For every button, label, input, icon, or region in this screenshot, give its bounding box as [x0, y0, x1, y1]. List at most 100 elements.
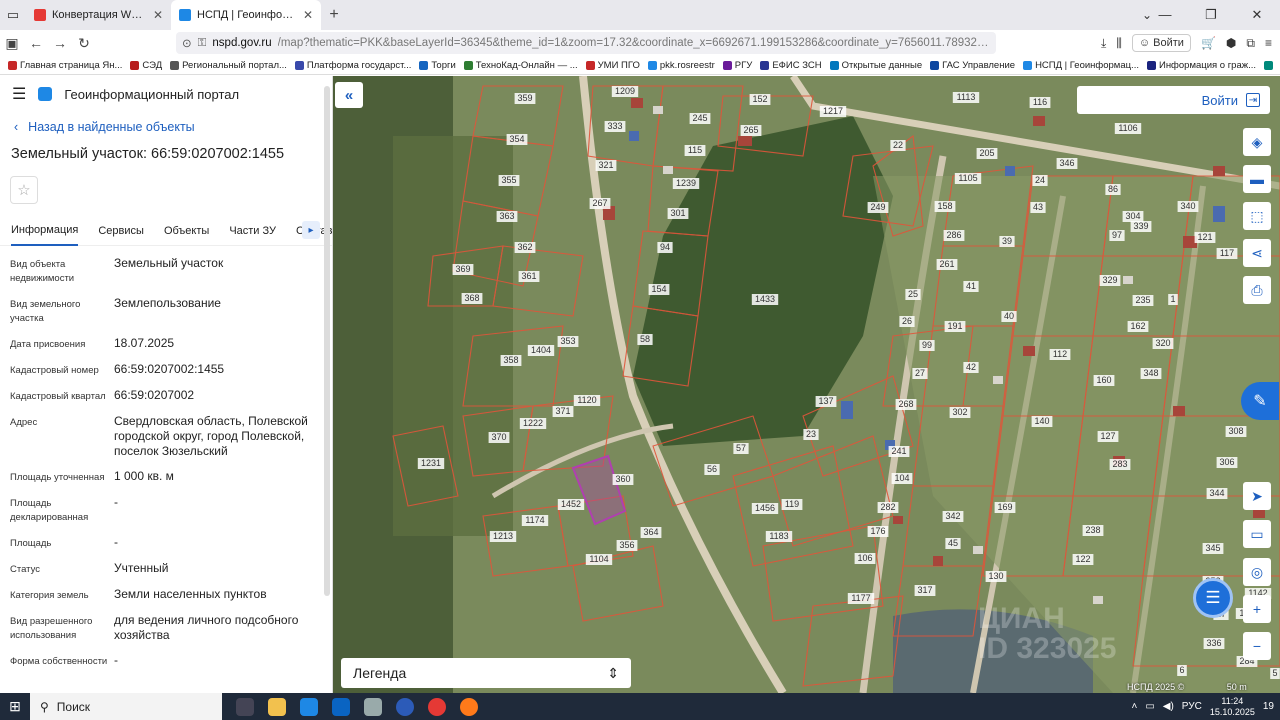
- parcel-label[interactable]: 346: [1059, 158, 1074, 168]
- parcel-label[interactable]: 1217: [823, 106, 843, 116]
- notification-badge[interactable]: 19: [1263, 701, 1274, 712]
- taskbar-search[interactable]: ⚲ Поиск: [30, 693, 222, 720]
- parcel-label[interactable]: 340: [1180, 201, 1195, 211]
- parcel-label[interactable]: 1106: [1118, 123, 1137, 133]
- bookmark-item[interactable]: СЭД: [130, 60, 162, 71]
- extensions-icon[interactable]: ⧉: [1246, 36, 1255, 51]
- bookmark-item[interactable]: Главная страница Ян...: [8, 60, 122, 71]
- parcel-label[interactable]: 160: [1096, 375, 1111, 385]
- parcel-label[interactable]: 306: [1219, 457, 1234, 467]
- bookmark-item[interactable]: Торги: [419, 60, 456, 71]
- parcel-label[interactable]: 1213: [493, 531, 513, 541]
- parcel-label[interactable]: 1239: [676, 178, 696, 188]
- share-icon[interactable]: ⋖: [1243, 239, 1271, 267]
- minimize-icon[interactable]: —: [1142, 0, 1188, 30]
- outlook-icon[interactable]: [332, 697, 350, 716]
- parcel-label[interactable]: 94: [660, 242, 670, 252]
- reload-icon[interactable]: ↻: [72, 35, 96, 52]
- parcel-label[interactable]: 115: [688, 145, 702, 155]
- parcel-label[interactable]: 1113: [957, 92, 976, 102]
- map-view[interactable]: 359 1209 333 115 1239 301 94 154 58 245 265 152 1217…: [333, 76, 1280, 693]
- site-info-icon[interactable]: ⊙: [182, 36, 192, 50]
- parcel-label[interactable]: 364: [643, 527, 658, 537]
- map-login-button[interactable]: Войти ⇥: [1077, 86, 1270, 114]
- bookmark-item[interactable]: Региональный портал...: [170, 60, 287, 71]
- parcel-label[interactable]: 342: [945, 511, 960, 521]
- assistant-badge-icon[interactable]: ✎: [1241, 382, 1279, 420]
- parcel-label[interactable]: 249: [870, 202, 885, 212]
- parcel-label[interactable]: 283: [1112, 459, 1127, 469]
- tab-parts[interactable]: Части ЗУ: [229, 217, 276, 245]
- parcel-label[interactable]: 39: [1002, 236, 1012, 246]
- close-window-icon[interactable]: ✕: [1234, 0, 1280, 30]
- parcel-label[interactable]: 1452: [561, 499, 581, 509]
- favorite-star-icon[interactable]: ☆: [10, 176, 38, 204]
- parcel-label[interactable]: 169: [997, 502, 1012, 512]
- parcel-label[interactable]: 345: [1205, 543, 1220, 553]
- window-menu-icon[interactable]: ▭: [0, 0, 26, 30]
- extension-icon[interactable]: ⬢: [1226, 36, 1236, 50]
- parcel-label[interactable]: 5: [1272, 668, 1277, 678]
- parcel-label[interactable]: 317: [917, 585, 932, 595]
- parcel-label[interactable]: 42: [966, 362, 976, 372]
- parcel-label[interactable]: 162: [1130, 321, 1145, 331]
- parcel-label[interactable]: 1231: [421, 458, 441, 468]
- parcel-label[interactable]: 176: [870, 526, 885, 536]
- parcel-label[interactable]: 238: [1085, 525, 1100, 535]
- parcel-label[interactable]: 119: [785, 499, 799, 509]
- parcel-label[interactable]: 154: [651, 284, 666, 294]
- bookmark-item[interactable]: Информация о граж...: [1146, 60, 1256, 71]
- panel-scrollbar[interactable]: [324, 86, 330, 596]
- parcel-label[interactable]: 43: [1033, 202, 1043, 212]
- file-explorer-icon[interactable]: [268, 697, 286, 716]
- back-icon[interactable]: ←: [24, 35, 48, 51]
- parcel-label[interactable]: 356: [619, 540, 634, 550]
- parcel-label[interactable]: 261: [939, 259, 954, 269]
- parcel-label[interactable]: 329: [1102, 275, 1117, 285]
- parcel-label[interactable]: 1177: [851, 593, 870, 603]
- parcel-label[interactable]: 358: [503, 355, 518, 365]
- parcel-label[interactable]: 1433: [755, 294, 775, 304]
- browser-login-button[interactable]: ☺ Войти: [1131, 34, 1191, 52]
- bookmark-item[interactable]: [1264, 60, 1274, 70]
- parcel-label[interactable]: 360: [615, 474, 630, 484]
- parcel-label[interactable]: 333: [607, 121, 622, 131]
- parcel-label[interactable]: 336: [1206, 638, 1221, 648]
- parcel-label[interactable]: 1105: [958, 173, 977, 183]
- parcel-label[interactable]: 362: [517, 242, 532, 252]
- parcel-label[interactable]: 22: [893, 140, 903, 150]
- parcel-label[interactable]: 339: [1133, 221, 1148, 231]
- app-icon[interactable]: [364, 697, 382, 716]
- parcel-label[interactable]: 344: [1209, 488, 1224, 498]
- parcel-label[interactable]: 282: [880, 502, 895, 512]
- parcel-label[interactable]: 40: [1004, 311, 1014, 321]
- parcel-label[interactable]: 1456: [755, 503, 775, 513]
- parcel-label[interactable]: 106: [857, 553, 872, 563]
- parcel-label[interactable]: 41: [966, 281, 976, 291]
- parcel-label[interactable]: 368: [464, 293, 479, 303]
- parcel-label[interactable]: 363: [499, 211, 514, 221]
- parcel-label[interactable]: 1404: [531, 345, 551, 355]
- parcel-label[interactable]: 26: [902, 316, 912, 326]
- map-canvas[interactable]: 3591209333115123930194154582452651521217…: [333, 76, 1280, 693]
- parcel-label[interactable]: 121: [1197, 232, 1212, 242]
- parcel-label[interactable]: 1: [1170, 294, 1175, 304]
- bookmark-item[interactable]: pkk.rosreestr: [647, 60, 715, 71]
- parcel-label[interactable]: 302: [952, 407, 967, 417]
- task-view-icon[interactable]: [236, 697, 254, 716]
- parcel-label[interactable]: 152: [752, 94, 767, 104]
- tab-info[interactable]: Информация: [11, 216, 79, 246]
- parcel-label[interactable]: 265: [743, 125, 758, 135]
- parcel-label[interactable]: 301: [670, 208, 685, 218]
- parcel-label[interactable]: 191: [947, 321, 962, 331]
- legend-dropdown[interactable]: Легенда ⇕: [341, 658, 631, 688]
- parcel-label[interactable]: 24: [1035, 175, 1045, 185]
- parcel-label[interactable]: 99: [922, 340, 932, 350]
- parcel-label[interactable]: 205: [979, 148, 994, 158]
- parcel-label[interactable]: 321: [598, 160, 613, 170]
- parcel-label[interactable]: 117: [1220, 248, 1234, 258]
- parcel-label[interactable]: 56: [707, 464, 717, 474]
- geolocation-icon[interactable]: ◎: [1243, 558, 1271, 586]
- locate-arrow-icon[interactable]: ➤: [1243, 482, 1271, 510]
- parcel-label[interactable]: 127: [1100, 431, 1115, 441]
